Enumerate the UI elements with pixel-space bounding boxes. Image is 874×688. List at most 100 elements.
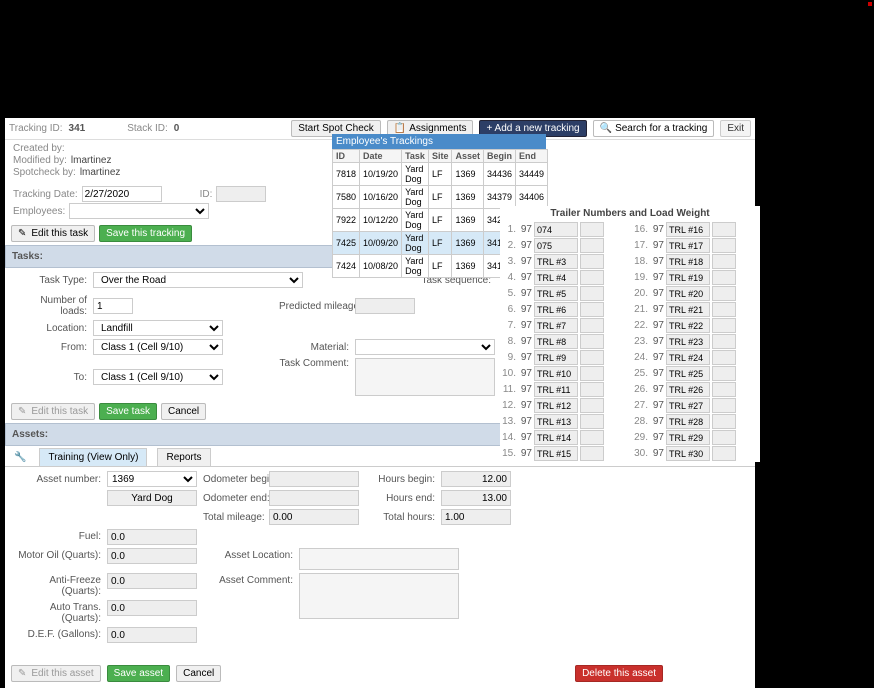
trailer-number-input[interactable] xyxy=(534,350,578,365)
trailer-number-input[interactable] xyxy=(666,382,710,397)
et-col-begin[interactable]: Begin xyxy=(483,150,515,163)
search-tracking-button[interactable]: 🔍 Search for a tracking xyxy=(593,120,715,137)
et-row[interactable]: 781810/19/20Yard DogLF13693443634449 xyxy=(333,163,548,186)
trailer-number-input[interactable] xyxy=(666,350,710,365)
predicted-mileage-input[interactable] xyxy=(355,298,415,314)
trailer-number-input[interactable] xyxy=(534,302,578,317)
task-type-select[interactable]: Over the Road xyxy=(93,272,303,288)
trailer-number-input[interactable] xyxy=(666,366,710,381)
trailer-number-input[interactable] xyxy=(666,302,710,317)
trailer-number-input[interactable] xyxy=(666,286,710,301)
trailer-weight-input[interactable] xyxy=(580,302,604,317)
trailer-number-input[interactable] xyxy=(534,414,578,429)
edit-asset-button[interactable]: Edit this asset xyxy=(11,665,101,682)
odo-end-input[interactable] xyxy=(269,490,359,506)
trailer-number-input[interactable] xyxy=(534,270,578,285)
trailer-weight-input[interactable] xyxy=(712,398,736,413)
task-comment-input[interactable] xyxy=(355,358,495,396)
trailer-weight-input[interactable] xyxy=(712,318,736,333)
trailer-weight-input[interactable] xyxy=(712,382,736,397)
def-input[interactable] xyxy=(107,627,197,643)
trailer-number-input[interactable] xyxy=(666,254,710,269)
trailer-weight-input[interactable] xyxy=(580,286,604,301)
et-col-id[interactable]: ID xyxy=(333,150,360,163)
anti-freeze-input[interactable] xyxy=(107,573,197,589)
trailer-number-input[interactable] xyxy=(534,238,578,253)
trailer-weight-input[interactable] xyxy=(580,334,604,349)
trailer-weight-input[interactable] xyxy=(712,446,736,461)
trailer-number-input[interactable] xyxy=(534,254,578,269)
trailer-weight-input[interactable] xyxy=(712,350,736,365)
trailer-weight-input[interactable] xyxy=(580,446,604,461)
trailer-weight-input[interactable] xyxy=(580,398,604,413)
tracking-date-input[interactable] xyxy=(82,186,162,202)
from-select[interactable]: Class 1 (Cell 9/10) xyxy=(93,339,223,355)
trailer-number-input[interactable] xyxy=(534,334,578,349)
save-task-button[interactable]: Save task xyxy=(99,403,157,420)
trailer-number-input[interactable] xyxy=(666,430,710,445)
motor-oil-input[interactable] xyxy=(107,548,197,564)
trailer-number-input[interactable] xyxy=(666,238,710,253)
et-col-date[interactable]: Date xyxy=(360,150,402,163)
fuel-input[interactable] xyxy=(107,529,197,545)
tab-training[interactable]: Training (View Only) xyxy=(39,448,147,466)
trailer-weight-input[interactable] xyxy=(580,318,604,333)
id-input[interactable] xyxy=(216,186,266,202)
trailer-number-input[interactable] xyxy=(534,318,578,333)
cancel-asset-button[interactable]: Cancel xyxy=(176,665,221,682)
trailer-weight-input[interactable] xyxy=(712,286,736,301)
trailer-weight-input[interactable] xyxy=(580,430,604,445)
trailer-number-input[interactable] xyxy=(534,446,578,461)
auto-trans-input[interactable] xyxy=(107,600,197,616)
location-select[interactable]: Landfill xyxy=(93,320,223,336)
trailer-number-input[interactable] xyxy=(666,222,710,237)
trailer-weight-input[interactable] xyxy=(580,350,604,365)
asset-location-input[interactable] xyxy=(299,548,459,570)
et-col-asset[interactable]: Asset xyxy=(452,150,484,163)
trailer-number-input[interactable] xyxy=(534,398,578,413)
trailer-weight-input[interactable] xyxy=(580,414,604,429)
cancel-task-button[interactable]: Cancel xyxy=(161,403,206,420)
trailer-number-input[interactable] xyxy=(666,270,710,285)
material-select[interactable] xyxy=(355,339,495,355)
trailer-weight-input[interactable] xyxy=(712,302,736,317)
hours-end-input[interactable] xyxy=(441,490,511,506)
et-col-task[interactable]: Task xyxy=(402,150,429,163)
total-mileage-input[interactable] xyxy=(269,509,359,525)
et-col-site[interactable]: Site xyxy=(428,150,452,163)
trailer-weight-input[interactable] xyxy=(580,382,604,397)
trailer-weight-input[interactable] xyxy=(580,270,604,285)
trailer-number-input[interactable] xyxy=(534,430,578,445)
trailer-weight-input[interactable] xyxy=(712,238,736,253)
to-select[interactable]: Class 1 (Cell 9/10) xyxy=(93,369,223,385)
asset-number-select[interactable]: 1369 xyxy=(107,471,197,487)
trailer-number-input[interactable] xyxy=(666,414,710,429)
et-col-end[interactable]: End xyxy=(516,150,548,163)
save-tracking-button[interactable]: Save this tracking xyxy=(99,225,192,242)
trailer-weight-input[interactable] xyxy=(712,222,736,237)
trailer-weight-input[interactable] xyxy=(712,334,736,349)
trailer-weight-input[interactable] xyxy=(712,414,736,429)
edit-task-button[interactable]: Edit this task xyxy=(11,403,95,420)
trailer-weight-input[interactable] xyxy=(580,254,604,269)
trailer-weight-input[interactable] xyxy=(580,222,604,237)
trailer-number-input[interactable] xyxy=(534,366,578,381)
trailer-number-input[interactable] xyxy=(666,334,710,349)
employees-select[interactable] xyxy=(69,203,209,219)
exit-button[interactable]: Exit xyxy=(720,120,751,137)
trailer-number-input[interactable] xyxy=(534,382,578,397)
edit-tracking-button[interactable]: Edit this task xyxy=(11,225,95,242)
num-loads-input[interactable] xyxy=(93,298,133,314)
trailer-weight-input[interactable] xyxy=(712,366,736,381)
trailer-number-input[interactable] xyxy=(534,286,578,301)
hours-begin-input[interactable] xyxy=(441,471,511,487)
trailer-weight-input[interactable] xyxy=(712,270,736,285)
odo-begin-input[interactable] xyxy=(269,471,359,487)
save-asset-button[interactable]: Save asset xyxy=(107,665,170,682)
trailer-weight-input[interactable] xyxy=(580,366,604,381)
trailer-weight-input[interactable] xyxy=(712,254,736,269)
trailer-number-input[interactable] xyxy=(666,398,710,413)
trailer-weight-input[interactable] xyxy=(712,430,736,445)
total-hours-input[interactable] xyxy=(441,509,511,525)
trailer-number-input[interactable] xyxy=(534,222,578,237)
